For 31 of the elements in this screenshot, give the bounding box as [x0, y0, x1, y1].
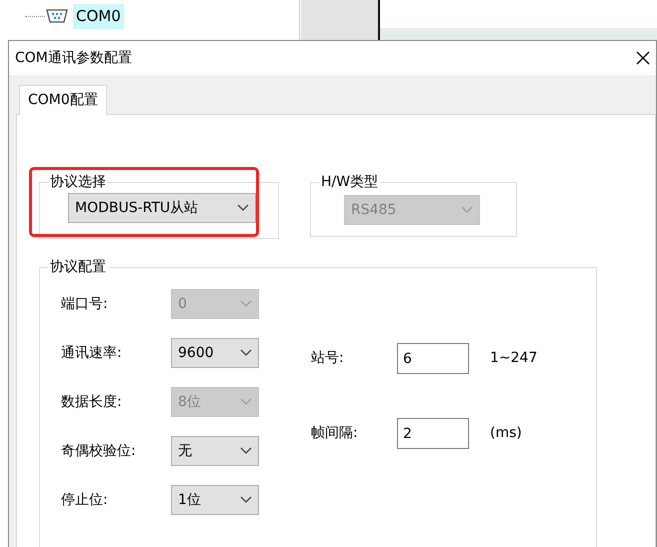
chevron-icon	[240, 349, 252, 357]
chevron-icon	[240, 496, 252, 504]
group-label: H/W类型	[320, 175, 380, 189]
chevron-icon	[240, 398, 252, 406]
field-label: 帧间隔:	[311, 424, 359, 443]
group-label: 协议配置	[49, 260, 107, 274]
chevron-icon	[237, 204, 249, 212]
range-hint: (ms)	[490, 424, 522, 443]
group-label: 协议选择	[49, 175, 107, 189]
window-title: COM通讯参数配置	[15, 48, 132, 68]
dropdown[interactable]: MODBUS-RTU从站	[68, 193, 256, 223]
dropdown[interactable]: 无	[171, 436, 259, 466]
field-label: 停止位:	[61, 490, 109, 510]
text-field[interactable]: 6	[397, 343, 469, 374]
field-label: 站号:	[311, 349, 345, 368]
field-label: 数据长度:	[61, 392, 123, 412]
text-field[interactable]: 2	[397, 418, 469, 449]
tree-item[interactable]: COM0	[73, 4, 124, 28]
field-label: 通讯速率:	[61, 344, 123, 362]
field-label: 奇偶校验位:	[61, 442, 137, 460]
field-label: 端口号:	[61, 294, 109, 314]
serial-port-icon	[45, 7, 69, 26]
dropdown[interactable]: 1位	[171, 485, 259, 515]
range-hint: 1~247	[490, 349, 538, 368]
close-icon[interactable]	[636, 51, 650, 65]
chevron-icon	[461, 206, 473, 214]
chevron-icon	[240, 300, 252, 308]
tree-connector	[25, 16, 45, 17]
chevron-icon	[240, 447, 252, 455]
tab[interactable]: COM0配置	[19, 85, 107, 115]
dropdown[interactable]: 9600	[171, 338, 259, 368]
